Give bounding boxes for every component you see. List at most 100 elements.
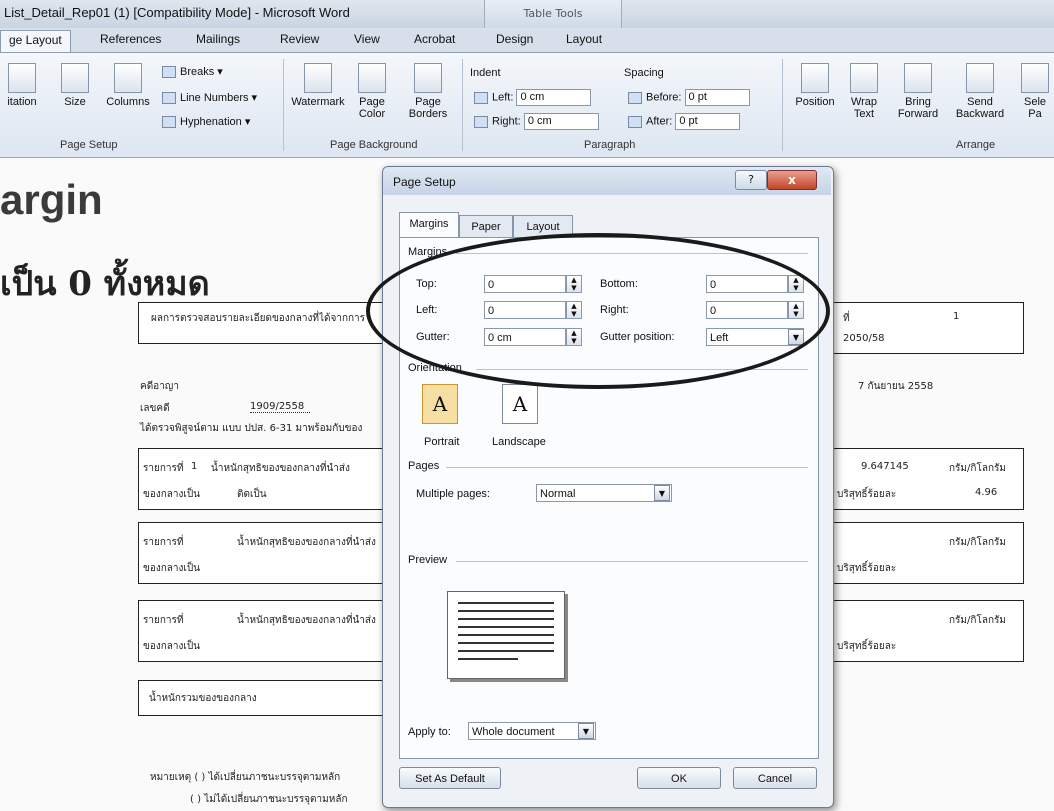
indent-right-input[interactable]: 0 cm [523,113,599,130]
inspection-line: ได้ตรวจพิสูจน์ตาม แบบ ปปส. 6-31 มาพร้อมก… [140,423,363,434]
spacing-before-input[interactable]: 0 pt [684,89,750,106]
tab-mailings[interactable]: Mailings [196,32,240,46]
bring-forward-icon [904,63,932,93]
columns-button[interactable]: Columns [102,63,154,108]
landscape-orientation-button[interactable]: A [502,384,538,424]
indent-left-input[interactable]: 0 cm [516,89,592,106]
form-number-box: ที่ 1 2050/58 [832,302,1024,354]
watermark-button[interactable]: Watermark [290,63,346,108]
item-2-right-box: กรัม/กิโลกรัม บริสุทธิ์ร้อยละ [832,522,1024,584]
chevron-down-icon[interactable]: ▼ [578,723,594,739]
group-divider [456,561,808,562]
wrap-text-label: Wrap Text [850,96,878,120]
item-2-purity-label: บริสุทธิ์ร้อยละ [837,563,897,574]
breaks-label: Breaks [180,66,215,78]
spacing-after-row: After: 0 pt [628,113,741,130]
page-borders-label: Page Borders [408,96,448,120]
total-weight-box: น้ำหนักรวมของของกลาง [138,680,384,716]
set-as-default-button[interactable]: Set As Default [399,767,501,789]
position-icon [801,63,829,93]
window-titlebar: List_Detail_Rep01 (1) [Compatibility Mod… [0,0,1054,29]
page-preview [447,591,565,679]
multiple-pages-label: Multiple pages: [416,488,490,500]
indent-right-label: Right: [492,115,521,128]
item-1-number: 1 [191,461,198,472]
total-weight-label: น้ำหนักรวมของของกลาง [149,693,257,704]
group-divider [446,467,808,468]
orientation-button[interactable]: itation [2,63,42,108]
indent-right-icon [474,115,488,128]
form-header-text: ผลการตรวจสอบรายละเอียดของกลางที่ได้จากกา… [151,313,366,324]
bring-forward-button[interactable]: Bring Forward [890,63,946,120]
indent-heading: Indent [470,67,501,79]
send-backward-button[interactable]: Send Backward [950,63,1010,120]
ribbon: itation Size Columns Breaks ▾ Line Numbe… [0,53,1054,158]
item-1-unit: กรัม/กิโลกรัม [949,463,1006,474]
selection-pane-button[interactable]: Sele Pa [1016,63,1054,120]
item-1-type: ติดเป็น [237,489,267,500]
tab-review[interactable]: Review [280,32,319,46]
spacing-after-label: After: [646,115,673,128]
apply-to-label: Apply to: [408,726,451,738]
selection-pane-label: Sele Pa [1023,96,1047,120]
spacing-after-input[interactable]: 0 pt [675,113,741,130]
indent-right-row: Right: 0 cm [474,113,599,130]
group-separator [462,59,463,151]
item-1-purity-label: บริสุทธิ์ร้อยละ [837,489,897,500]
watermark-icon [304,63,332,93]
case-number-label: เลขคดี [140,403,170,414]
item-1-purity: 4.96 [975,487,998,498]
tab-layout[interactable]: Layout [566,32,602,46]
case-label: คดีอาญา [140,381,179,392]
cancel-button[interactable]: Cancel [733,767,817,789]
paragraph-group-label: Paragraph [584,139,636,151]
portrait-label: Portrait [424,436,460,448]
item-3-type-label: ของกลางเป็น [143,641,201,652]
orientation-label: itation [7,96,37,108]
hyphenation-label: Hyphenation [180,116,242,128]
page-borders-button[interactable]: Page Borders [400,63,456,120]
tab-references[interactable]: References [100,32,161,46]
preview-group-label: Preview [408,554,448,566]
portrait-orientation-button[interactable]: A [422,384,458,424]
table-tools-header: Table Tools [484,0,622,28]
note-line-2: ( ) ไม่ได้เปลี่ยนภาชนะบรรจุตามหลัก [190,794,348,805]
note-line-1: หมายเหตุ ( ) ได้เปลี่ยนภาชนะบรรจุตามหลัก [150,772,341,783]
item-3-label: รายการที่ [143,615,184,626]
spacing-before-row: Before: 0 pt [628,89,750,106]
line-numbers-button[interactable]: Line Numbers ▾ [162,91,257,105]
orientation-icon [8,63,36,93]
form-number-label: ที่ [843,313,850,324]
hyphenation-button[interactable]: Hyphenation ▾ [162,115,250,129]
apply-to-select[interactable]: Whole document [468,722,596,740]
ok-button[interactable]: OK [637,767,721,789]
page-color-button[interactable]: Page Color [350,63,394,120]
columns-icon [114,63,142,93]
close-button[interactable]: x [767,170,817,190]
item-1-text: น้ำหนักสุทธิของของกลางที่นำส่ง [211,463,350,474]
tab-view[interactable]: View [354,32,380,46]
item-3-right-box: กรัม/กิโลกรัม บริสุทธิ์ร้อยละ [832,600,1024,662]
help-button[interactable]: ? [735,170,767,190]
indent-left-row: Left: 0 cm [474,89,592,106]
tab-paper[interactable]: Paper [459,215,513,238]
tab-acrobat[interactable]: Acrobat [414,32,455,46]
landscape-label: Landscape [492,436,546,448]
dialog-title: Page Setup [393,175,456,189]
tab-design[interactable]: Design [496,32,533,46]
wrap-text-button[interactable]: Wrap Text [844,63,884,120]
hyphenation-icon [162,116,176,129]
size-label: Size [64,96,86,108]
dialog-titlebar[interactable]: Page Setup ? x [383,167,831,195]
bring-forward-label: Bring Forward [897,96,939,120]
position-button[interactable]: Position [790,63,840,108]
form-number-value: 1 [953,311,960,322]
breaks-button[interactable]: Breaks ▾ [162,65,223,79]
item-1-weight: 9.647145 [861,461,909,472]
tab-margins[interactable]: Margins [399,212,459,239]
size-button[interactable]: Size [58,63,92,108]
columns-label: Columns [106,96,150,108]
multiple-pages-select[interactable]: Normal [536,484,672,502]
tab-page-layout[interactable]: ge Layout [0,30,71,52]
chevron-down-icon[interactable]: ▼ [654,485,670,501]
